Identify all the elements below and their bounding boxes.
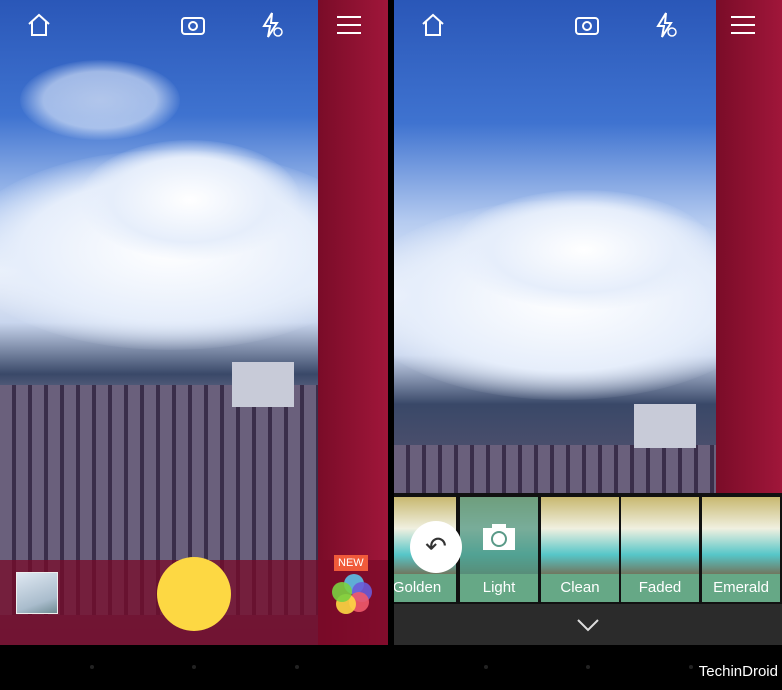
switch-camera-icon[interactable] bbox=[178, 10, 208, 40]
home-icon[interactable] bbox=[418, 10, 448, 40]
menu-icon[interactable] bbox=[334, 10, 364, 40]
filter-screen: Golden Light Clean Faded Emerald ↶ bbox=[394, 0, 782, 690]
undo-icon: ↶ bbox=[425, 531, 447, 561]
filter-label: Light bbox=[460, 574, 538, 602]
system-nav-bar bbox=[0, 645, 388, 690]
nav-home[interactable] bbox=[192, 665, 196, 669]
new-badge: NEW bbox=[334, 555, 368, 571]
camera-screen: NEW bbox=[0, 0, 388, 690]
chevron-down-icon[interactable] bbox=[576, 618, 600, 632]
filter-label: Faded bbox=[621, 574, 699, 602]
filters-button[interactable] bbox=[332, 574, 372, 614]
menu-icon[interactable] bbox=[728, 10, 758, 40]
nav-recents[interactable] bbox=[689, 665, 693, 669]
gallery-thumbnail[interactable] bbox=[16, 572, 58, 614]
filter-label: Emerald bbox=[702, 574, 780, 602]
collapse-bar[interactable] bbox=[394, 604, 782, 645]
nav-back[interactable] bbox=[484, 665, 488, 669]
filter-strip: Golden Light Clean Faded Emerald ↶ bbox=[394, 493, 782, 604]
flash-off-icon[interactable] bbox=[256, 10, 286, 40]
nav-back[interactable] bbox=[90, 665, 94, 669]
top-toolbar bbox=[394, 10, 782, 40]
filter-light[interactable]: Light bbox=[460, 497, 538, 602]
flash-off-icon[interactable] bbox=[650, 10, 680, 40]
undo-button[interactable]: ↶ bbox=[410, 521, 462, 573]
filter-label: Golden bbox=[394, 574, 456, 602]
switch-camera-icon[interactable] bbox=[572, 10, 602, 40]
filter-emerald[interactable]: Emerald bbox=[702, 497, 780, 602]
top-toolbar bbox=[0, 10, 388, 40]
filter-label: Clean bbox=[541, 574, 619, 602]
filter-clean[interactable]: Clean bbox=[541, 497, 619, 602]
watermark: TechinDroid bbox=[698, 663, 778, 680]
nav-recents[interactable] bbox=[295, 665, 299, 669]
shutter-button[interactable] bbox=[157, 557, 231, 631]
home-icon[interactable] bbox=[24, 10, 54, 40]
filter-faded[interactable]: Faded bbox=[621, 497, 699, 602]
camera-icon bbox=[483, 524, 515, 550]
nav-home[interactable] bbox=[586, 665, 590, 669]
